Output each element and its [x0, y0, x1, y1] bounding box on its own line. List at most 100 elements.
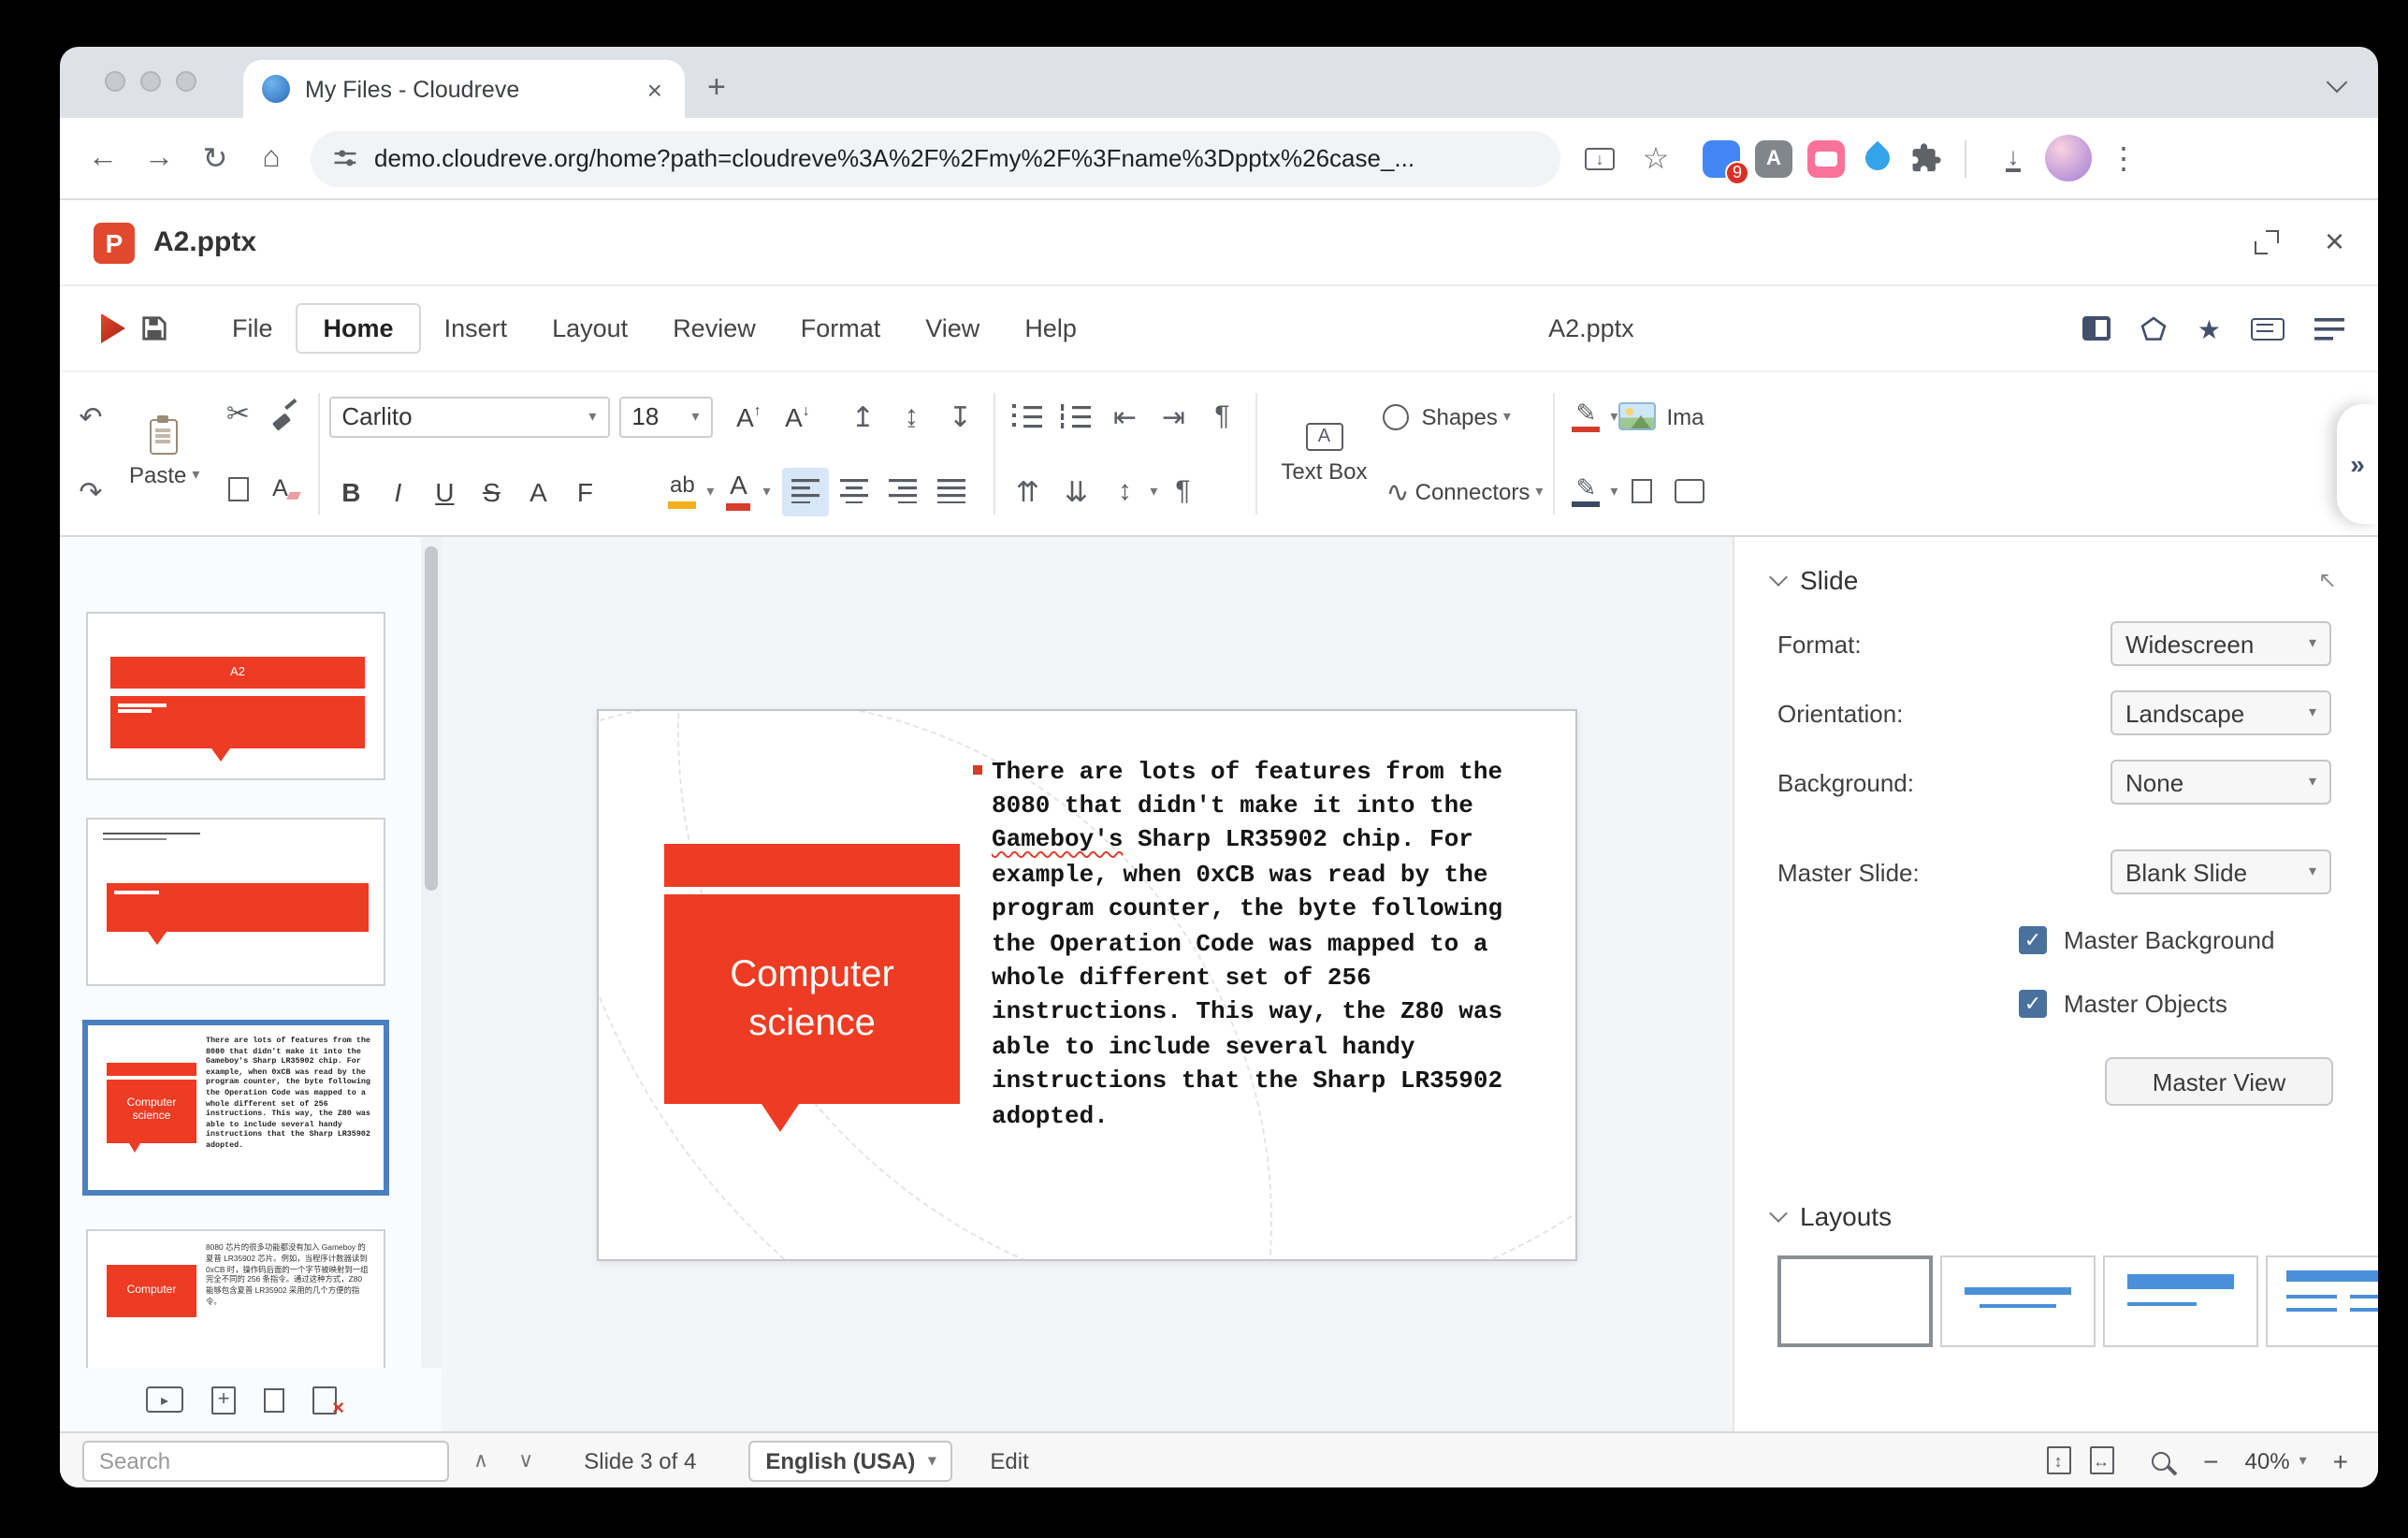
font-name-select[interactable]: Carlito ▾: [328, 396, 609, 437]
slide-thumbnail-2[interactable]: [86, 818, 385, 986]
slide-thumbnail-1[interactable]: A2: [86, 612, 385, 780]
line-spacing-caret-icon[interactable]: ▾: [1150, 484, 1157, 499]
italic-button[interactable]: I: [375, 467, 420, 515]
text-box-button[interactable]: A Text Box: [1266, 376, 1382, 531]
fullscreen-icon[interactable]: [2256, 230, 2280, 254]
space-after-paragraph-icon[interactable]: ⇊: [1052, 467, 1099, 515]
fill-color-caret-icon[interactable]: ▾: [1610, 409, 1617, 424]
layout-two-content[interactable]: [2266, 1255, 2378, 1347]
change-case-button[interactable]: F: [562, 467, 607, 515]
master-background-checkbox-row[interactable]: ✓ Master Background: [1734, 921, 2378, 958]
language-select[interactable]: English (USA) ▾: [748, 1440, 952, 1481]
master-background-checkbox[interactable]: ✓: [2019, 925, 2047, 953]
clear-formatting-icon[interactable]: A: [261, 464, 308, 513]
layout-blank[interactable]: [1777, 1255, 1933, 1347]
browser-tab[interactable]: My Files - Cloudreve ×: [243, 60, 685, 118]
undo-button[interactable]: ↶: [67, 392, 114, 441]
valign-top-icon[interactable]: ↥: [839, 392, 886, 441]
redo-button[interactable]: ↷: [67, 467, 114, 515]
expand-panel-icon[interactable]: ↖: [2318, 567, 2337, 593]
pentagon-icon[interactable]: [2141, 315, 2168, 341]
profile-avatar[interactable]: [2045, 135, 2092, 181]
toolbar-overflow-button[interactable]: »: [2337, 404, 2378, 524]
connectors-button[interactable]: ∿ Connectors▾: [1382, 454, 1543, 529]
bookmark-star-icon[interactable]: ☆: [1632, 134, 1680, 182]
menu-tab-insert[interactable]: Insert: [422, 305, 530, 352]
space-before-paragraph-icon[interactable]: ⇈: [1004, 467, 1051, 515]
slide-title-shape[interactable]: Computer science: [664, 843, 960, 1103]
delete-slide-icon[interactable]: ×: [312, 1386, 337, 1414]
menu-tab-view[interactable]: View: [903, 305, 1002, 352]
tab-search-chevron-icon[interactable]: [2327, 72, 2348, 94]
extensions-puzzle-icon[interactable]: [1910, 142, 1942, 174]
align-justify-icon[interactable]: [927, 467, 974, 515]
maximize-window-button[interactable]: [176, 71, 196, 92]
minimize-window-button[interactable]: [140, 71, 161, 92]
address-bar[interactable]: demo.cloudreve.org/home?path=cloudreve%3…: [311, 130, 1560, 186]
slide-thumbnail-4[interactable]: Computer 8080 芯片的很多功能都没有加入 Gameboy 的夏普 L…: [86, 1229, 385, 1368]
font-size-select[interactable]: 18 ▾: [618, 396, 712, 437]
shapes-button[interactable]: Shapes▾: [1382, 379, 1543, 454]
valign-bottom-icon[interactable]: ↧: [936, 392, 983, 441]
align-right-icon[interactable]: [878, 467, 925, 515]
menu-tab-home[interactable]: Home: [296, 303, 422, 354]
close-document-icon[interactable]: ×: [2325, 223, 2344, 262]
line-color-caret-icon[interactable]: ▾: [1610, 484, 1617, 499]
shape-fill-color-button[interactable]: ✎: [1563, 392, 1608, 441]
fit-to-width-icon[interactable]: ↔: [2089, 1446, 2113, 1474]
extension-a-icon[interactable]: A: [1755, 139, 1792, 177]
paragraph-settings-icon[interactable]: ¶: [1159, 467, 1206, 515]
install-app-icon[interactable]: ↓: [1575, 134, 1624, 182]
background-select[interactable]: None ▾: [2111, 760, 2331, 805]
cut-scissors-icon[interactable]: ✂: [214, 389, 261, 438]
bold-button[interactable]: B: [328, 467, 373, 515]
zoom-icon[interactable]: [2151, 1451, 2169, 1470]
orientation-select[interactable]: Landscape ▾: [2111, 690, 2331, 735]
align-left-icon[interactable]: [781, 467, 828, 515]
insert-table-icon[interactable]: [1666, 467, 1713, 515]
downloads-icon[interactable]: ↓: [1989, 134, 2038, 182]
master-view-button[interactable]: Master View: [2105, 1057, 2333, 1106]
slide-body-text[interactable]: There are lots of features from the 8080…: [992, 755, 1512, 1134]
back-button[interactable]: ←: [79, 134, 127, 182]
increase-font-button[interactable]: A↑: [725, 392, 772, 441]
menu-tab-layout[interactable]: Layout: [529, 305, 650, 352]
zoom-level-select[interactable]: 40% ▾: [2245, 1447, 2307, 1473]
paste-button[interactable]: Paste▾: [114, 376, 214, 531]
strikethrough-button[interactable]: S: [469, 467, 514, 515]
tab-close-icon[interactable]: ×: [644, 74, 666, 104]
close-window-button[interactable]: [105, 71, 125, 92]
slide-section-header[interactable]: Slide: [1734, 537, 2378, 597]
menu-tab-file[interactable]: File: [210, 305, 296, 352]
bullet-list-icon[interactable]: [1004, 392, 1051, 441]
image-button[interactable]: Ima: [1617, 379, 1713, 454]
next-slide-icon[interactable]: ∨: [513, 1448, 539, 1473]
zoom-in-button[interactable]: +: [2326, 1445, 2356, 1475]
highlight-color-button[interactable]: ab: [660, 467, 704, 515]
shortcuts-card-icon[interactable]: [2251, 317, 2285, 340]
numbered-list-icon[interactable]: [1052, 392, 1099, 441]
format-select[interactable]: Widescreen ▾: [2111, 621, 2331, 666]
menu-tab-review[interactable]: Review: [650, 305, 778, 352]
home-button[interactable]: ⌂: [247, 134, 296, 182]
master-slide-select[interactable]: Blank Slide ▾: [2111, 849, 2331, 894]
layouts-section-header[interactable]: Layouts: [1734, 1173, 2378, 1233]
zoom-out-button[interactable]: −: [2196, 1445, 2226, 1475]
master-objects-checkbox[interactable]: ✓: [2019, 989, 2047, 1017]
slide-thumbnail-3[interactable]: Computer science There are lots of featu…: [86, 1023, 385, 1192]
browser-menu-kebab-icon[interactable]: ⋮: [2099, 134, 2148, 182]
decrease-font-button[interactable]: A↓: [774, 392, 820, 441]
thumbnails-scrollbar-thumb[interactable]: [425, 546, 438, 891]
copy-style-brush-icon[interactable]: [261, 389, 308, 438]
menu-tab-format[interactable]: Format: [778, 305, 904, 352]
forward-button[interactable]: →: [135, 134, 183, 182]
toggle-sidebar-icon[interactable]: [2083, 316, 2111, 341]
layout-title-subtitle[interactable]: [1940, 1255, 2096, 1347]
font-color-button[interactable]: A: [716, 467, 761, 515]
extension-tv-icon[interactable]: [1807, 139, 1845, 177]
duplicate-slide-icon[interactable]: [264, 1387, 284, 1412]
collapse-toolbar-icon[interactable]: [2314, 317, 2344, 340]
copy-icon[interactable]: [214, 464, 261, 513]
decrease-indent-icon[interactable]: ⇤: [1101, 392, 1148, 441]
valign-middle-icon[interactable]: ↨: [888, 392, 935, 441]
